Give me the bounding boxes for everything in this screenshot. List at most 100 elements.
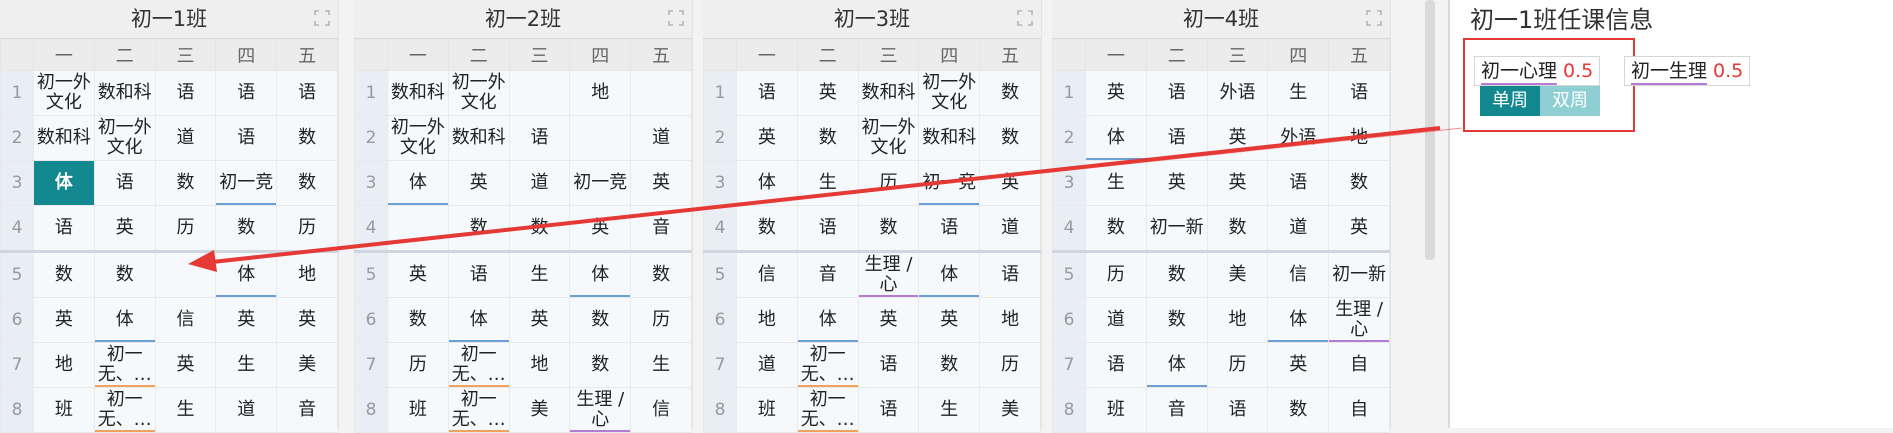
lesson-cell[interactable]: 道	[215, 387, 278, 433]
lesson-cell[interactable]: 数	[447, 205, 510, 252]
lesson-cell[interactable]: 英	[1206, 115, 1269, 161]
lesson-cell[interactable]: 初一外文化	[857, 115, 920, 161]
lesson-cell[interactable]: 信	[736, 250, 798, 298]
lesson-cell[interactable]: 语	[154, 70, 217, 116]
lesson-cell[interactable]: 历	[387, 342, 449, 388]
lesson-cell[interactable]: 数	[736, 205, 798, 252]
lesson-cell[interactable]: 数	[979, 115, 1041, 161]
lesson-cell[interactable]: 地	[979, 297, 1041, 343]
lesson-cell[interactable]: 英	[1085, 70, 1147, 116]
lesson-cell[interactable]: 体	[93, 297, 156, 343]
lesson-cell[interactable]: 美	[508, 387, 571, 433]
lesson-cell[interactable]: 英	[1145, 160, 1208, 206]
lesson-cell[interactable]: 初一外文化	[447, 70, 510, 116]
lesson-cell[interactable]: 生	[215, 342, 278, 388]
lesson-cell[interactable]: 班	[1085, 387, 1147, 433]
lesson-cell[interactable]: 语	[1206, 387, 1269, 433]
lesson-cell[interactable]: 历	[1206, 342, 1269, 388]
lesson-cell[interactable]: 生理 / 心	[857, 250, 920, 298]
lesson-cell[interactable]: 语	[1328, 70, 1390, 116]
lesson-cell[interactable]: 初一无、…	[93, 342, 156, 388]
lesson-cell[interactable]	[569, 115, 632, 161]
lesson-cell[interactable]: 生	[918, 387, 981, 433]
lesson-cell[interactable]: 数	[1145, 250, 1208, 298]
lesson-cell[interactable]: 初一竞	[918, 160, 981, 206]
lesson-cell[interactable]: 英	[1267, 342, 1330, 388]
lesson-cell[interactable]: 数和科	[918, 115, 981, 161]
lesson-cell[interactable]: 语	[276, 70, 338, 116]
lesson-cell[interactable]: 初一外文化	[918, 70, 981, 116]
lesson-cell[interactable]: 语	[33, 205, 95, 252]
lesson-cell[interactable]: 数和科	[857, 70, 920, 116]
lesson-cell[interactable]: 语	[918, 205, 981, 252]
lesson-cell[interactable]: 数	[979, 70, 1041, 116]
lesson-cell[interactable]: 美	[979, 387, 1041, 433]
lesson-cell[interactable]: 音	[1145, 387, 1208, 433]
lesson-cell[interactable]: 初一新	[1328, 250, 1390, 298]
lesson-cell[interactable]: 英	[736, 115, 798, 161]
lesson-cell[interactable]: 音	[796, 250, 859, 298]
lesson-cell[interactable]: 英	[93, 205, 156, 252]
lesson-cell[interactable]: 英	[979, 160, 1041, 206]
lesson-cell[interactable]: 语	[215, 70, 278, 116]
lesson-cell[interactable]: 初一竞	[215, 160, 278, 206]
lesson-cell[interactable]: 数	[1267, 387, 1330, 433]
lesson-cell[interactable]: 数和科	[33, 115, 95, 161]
lesson-cell[interactable]: 道	[736, 342, 798, 388]
lesson-cell[interactable]: 地	[1328, 115, 1390, 161]
lesson-cell[interactable]: 数	[276, 160, 338, 206]
lesson-cell[interactable]: 数	[154, 160, 217, 206]
lesson-cell[interactable]: 地	[33, 342, 95, 388]
double-week-button[interactable]: 双周	[1540, 86, 1600, 116]
lesson-cell[interactable]: 历	[979, 342, 1041, 388]
lesson-cell[interactable]: 语	[215, 115, 278, 161]
lesson-cell[interactable]: 语	[93, 160, 156, 206]
lesson-cell[interactable]: 信	[630, 387, 692, 433]
lesson-cell[interactable]: 数和科	[387, 70, 449, 116]
lesson-cell[interactable]: 英	[387, 250, 449, 298]
lesson-cell[interactable]: 初一竞	[569, 160, 632, 206]
lesson-cell[interactable]: 英	[796, 70, 859, 116]
lesson-cell[interactable]: 语	[1145, 70, 1208, 116]
course-chip-psychology[interactable]: 初一心理 0.5	[1474, 56, 1601, 86]
lesson-cell[interactable]: 英	[1328, 205, 1390, 252]
lesson-cell[interactable]: 英	[630, 160, 692, 206]
lesson-cell[interactable]: 外语	[1206, 70, 1269, 116]
lesson-cell[interactable]: 道	[1267, 205, 1330, 252]
lesson-cell[interactable]: 数	[33, 250, 95, 298]
lesson-cell[interactable]: 音	[276, 387, 338, 433]
lesson-cell[interactable]: 体	[215, 250, 278, 298]
lesson-cell[interactable]: 初一外文化	[387, 115, 449, 161]
lesson-cell[interactable]: 数	[918, 342, 981, 388]
lesson-cell[interactable]: 历	[630, 297, 692, 343]
single-week-button[interactable]: 单周	[1480, 86, 1540, 116]
lesson-cell[interactable]: 美	[1206, 250, 1269, 298]
lesson-cell[interactable]: 数	[1085, 205, 1147, 252]
lesson-cell[interactable]: 英	[33, 297, 95, 343]
lesson-cell[interactable]: 历	[154, 205, 217, 252]
lesson-cell[interactable]: 地	[276, 250, 338, 298]
lesson-cell[interactable]: 生	[154, 387, 217, 433]
lesson-cell[interactable]: 美	[276, 342, 338, 388]
lesson-cell[interactable]: 生	[796, 160, 859, 206]
lesson-cell[interactable]: 生理 / 心	[569, 387, 632, 433]
lesson-cell[interactable]: 体	[796, 297, 859, 343]
lesson-cell[interactable]: 语	[736, 70, 798, 116]
lesson-cell[interactable]: 英	[1206, 160, 1269, 206]
lesson-cell[interactable]: 自	[1328, 342, 1390, 388]
lesson-cell[interactable]	[508, 70, 571, 116]
expand-icon[interactable]	[668, 10, 684, 26]
lesson-cell[interactable]: 体	[1267, 297, 1330, 343]
lesson-cell[interactable]: 数	[796, 115, 859, 161]
lesson-cell[interactable]: 历	[1085, 250, 1147, 298]
lesson-cell[interactable]: 体	[736, 160, 798, 206]
lesson-cell[interactable]: 道	[154, 115, 217, 161]
lesson-cell[interactable]: 生	[630, 342, 692, 388]
lesson-cell[interactable]: 外语	[1267, 115, 1330, 161]
lesson-cell[interactable]	[154, 250, 217, 298]
lesson-cell[interactable]: 道	[630, 115, 692, 161]
lesson-cell[interactable]: 体	[1085, 115, 1147, 161]
lesson-cell[interactable]: 语	[1145, 115, 1208, 161]
lesson-cell[interactable]: 英	[447, 160, 510, 206]
lesson-cell[interactable]: 初一无、…	[796, 387, 859, 433]
